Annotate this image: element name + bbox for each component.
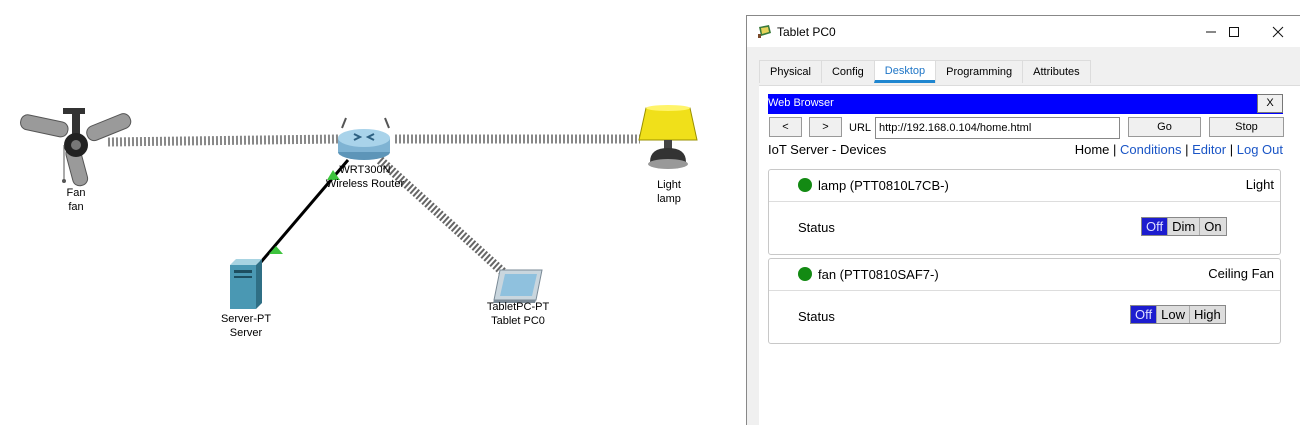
window-tabs: Physical Config Desktop Programming Attr…	[759, 60, 1091, 83]
device-status-dot	[798, 178, 812, 192]
page-nav: Home | Conditions | Editor | Log Out	[1075, 142, 1283, 157]
device-status-dot	[798, 267, 812, 281]
web-browser-close-button[interactable]: X	[1257, 94, 1283, 113]
tab-attributes[interactable]: Attributes	[1022, 60, 1091, 83]
tab-config[interactable]: Config	[820, 60, 875, 83]
go-button[interactable]: Go	[1128, 117, 1201, 137]
web-browser-titlebar: Web Browser X	[768, 94, 1283, 114]
device-type: Light	[1245, 177, 1274, 192]
tablet-label: TabletPC-PT Tablet PC0	[480, 300, 556, 328]
device-type-label: Light	[657, 179, 681, 191]
server-icon[interactable]	[230, 259, 262, 309]
device-name: lamp (PTT0810L7CB-)	[818, 178, 949, 193]
tablet-icon[interactable]	[493, 269, 543, 303]
lamp-option-on[interactable]: On	[1199, 218, 1226, 235]
device-name-label: Wireless Router	[325, 178, 405, 190]
fan-label: Fan fan	[56, 186, 96, 214]
status-label: Status	[798, 309, 835, 324]
nav-conditions-link[interactable]: Conditions	[1120, 142, 1181, 157]
wireless-link-fan-router	[107, 134, 339, 147]
device-name-label: Server	[229, 327, 263, 339]
device-name-label: fan	[68, 201, 84, 213]
wireless-router-icon[interactable]	[338, 117, 390, 160]
back-button[interactable]: <	[769, 117, 802, 137]
lamp-status-toggle: Off Dim On	[1141, 217, 1227, 236]
tab-desktop[interactable]: Desktop	[873, 60, 937, 83]
window-title: Tablet PC0	[777, 25, 836, 39]
tablet-pc-window: Tablet PC0 Physical Config Desktop Progr…	[746, 15, 1300, 426]
url-label: URL	[849, 122, 872, 134]
stop-button[interactable]: Stop	[1209, 117, 1284, 137]
device-card-fan[interactable]: fan (PTT0810SAF7-) Ceiling Fan Status Of…	[768, 258, 1281, 344]
fan-option-low[interactable]: Low	[1156, 306, 1189, 323]
packet-tracer-icon	[758, 25, 771, 38]
nav-separator: |	[1113, 142, 1117, 157]
lamp-option-dim[interactable]: Dim	[1167, 218, 1200, 235]
web-browser-title: Web Browser	[768, 97, 834, 109]
device-card-header[interactable]: fan (PTT0810SAF7-) Ceiling Fan	[769, 259, 1280, 291]
fan-option-high[interactable]: High	[1188, 306, 1225, 323]
nav-home-link[interactable]: Home	[1075, 142, 1110, 157]
lamp-option-off[interactable]: Off	[1142, 218, 1168, 235]
device-type-label: WRT300N	[339, 164, 391, 176]
nav-separator: |	[1185, 142, 1189, 157]
nav-editor-link[interactable]: Editor	[1192, 142, 1226, 157]
page-title: IoT Server - Devices	[768, 142, 887, 157]
topology-links	[19, 105, 698, 309]
tab-physical[interactable]: Physical	[759, 60, 822, 83]
device-type: Ceiling Fan	[1208, 266, 1274, 281]
close-icon	[1272, 26, 1284, 38]
forward-button[interactable]: >	[809, 117, 842, 137]
server-label: Server-PT Server	[212, 312, 280, 340]
device-card-header[interactable]: lamp (PTT0810L7CB-) Light	[769, 170, 1280, 202]
fan-option-off[interactable]: Off	[1131, 306, 1157, 323]
device-name: fan (PTT0810SAF7-)	[818, 267, 939, 282]
device-type-label: Fan	[66, 187, 86, 199]
close-button[interactable]	[1255, 20, 1300, 44]
topology-canvas[interactable]: Fan fan WRT300N Wireless Router Light la…	[0, 0, 746, 424]
window-titlebar[interactable]: Tablet PC0	[747, 16, 1300, 47]
ceiling-fan-icon[interactable]	[19, 108, 133, 187]
fan-status-toggle: Off Low High	[1130, 305, 1226, 324]
desktop-content: Web Browser X < > URL http://192.168.0.1…	[759, 85, 1300, 426]
lamp-label: Light lamp	[645, 178, 693, 206]
maximize-icon	[1229, 27, 1239, 37]
nav-separator: |	[1229, 142, 1234, 157]
url-input[interactable]: http://192.168.0.104/home.html	[875, 117, 1120, 139]
device-name-label: Tablet PC0	[491, 315, 545, 327]
nav-logout-link[interactable]: Log Out	[1237, 142, 1283, 157]
tab-programming[interactable]: Programming	[935, 60, 1024, 83]
maximize-button[interactable]	[1211, 20, 1257, 44]
device-type-label: Server-PT	[220, 313, 272, 325]
device-type-label: TabletPC-PT	[486, 301, 550, 313]
router-label: WRT300N Wireless Router	[315, 163, 415, 191]
status-label: Status	[798, 220, 835, 235]
device-card-lamp[interactable]: lamp (PTT0810L7CB-) Light Status Off Dim…	[768, 169, 1281, 255]
lamp-icon[interactable]	[638, 105, 698, 169]
device-name-label: lamp	[657, 193, 681, 205]
